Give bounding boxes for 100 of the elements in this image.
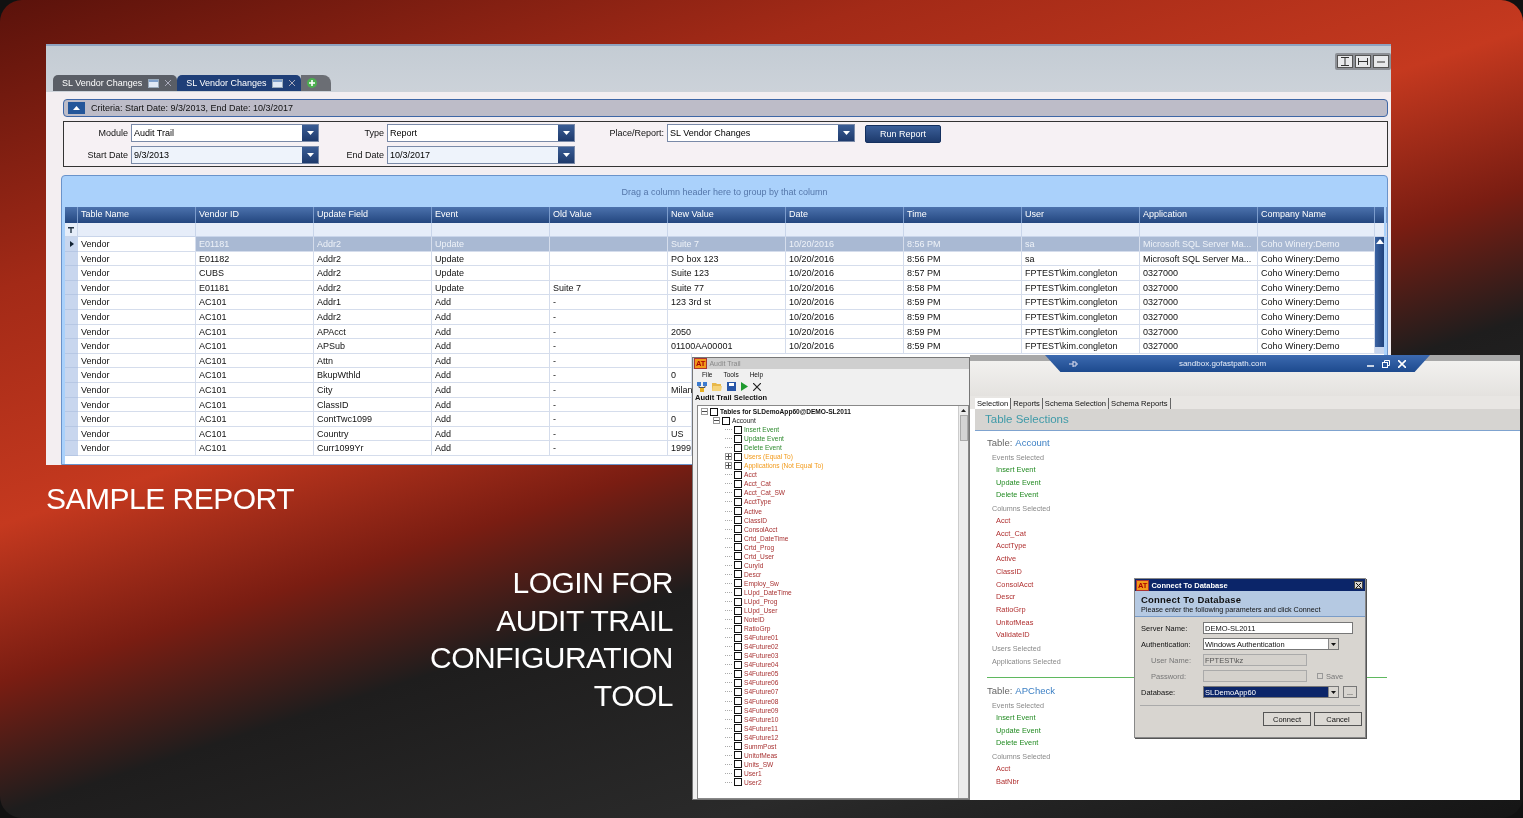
checkbox[interactable] [734,507,742,516]
report-tab[interactable]: SL Vendor Changes [53,75,178,91]
scrollbar[interactable] [1375,237,1384,354]
checkbox[interactable] [734,769,742,778]
checkbox[interactable] [734,715,742,724]
collapse-button[interactable] [68,102,85,114]
checkbox[interactable] [734,579,742,588]
expand-toggle[interactable] [725,453,732,461]
table-label: Table: [987,684,1013,698]
filter-dropdown[interactable]: Audit Trail [131,124,319,142]
pin-icon[interactable] [1069,359,1078,368]
filter-icon[interactable] [68,226,74,233]
play-icon[interactable] [741,382,748,391]
expand-toggle[interactable] [713,417,720,425]
checkbox[interactable] [734,552,742,561]
date-field[interactable]: 10/3/2017 [387,146,575,164]
checkbox[interactable] [734,434,742,443]
caret-icon [562,131,570,135]
checkbox[interactable] [734,697,742,705]
checkbox[interactable] [734,615,742,624]
checkbox[interactable] [734,479,742,488]
checkbox[interactable] [734,642,742,651]
minimize-button[interactable] [1373,55,1389,68]
table-row[interactable]: Vendor CUBS Addr2 Update Suite 123 10/20/2016 8:57 PM FPTEST\kim.congleton 0327000 Coho Winery:Demo [65,266,1375,281]
checkbox[interactable] [734,470,742,479]
table-cell: 8:59 PM [904,295,1022,310]
checkbox[interactable] [734,443,742,452]
checkbox[interactable] [734,660,742,669]
close-icon [1356,582,1361,588]
checkbox[interactable] [734,633,742,642]
checkbox[interactable] [734,516,742,525]
checkbox[interactable] [710,407,718,416]
table-cell: 10/20/2016 [786,295,904,310]
save-icon[interactable] [727,382,736,391]
checkbox[interactable] [734,597,742,606]
close-icon[interactable] [753,382,761,391]
table-row[interactable]: Vendor AC101 ContTwc1099 Add - 0 [65,412,692,427]
expand-toggle[interactable] [701,408,708,415]
checkbox[interactable] [734,778,742,787]
report-tab[interactable]: SL Vendor Changes [177,75,302,91]
caret-icon [1331,690,1336,694]
checkbox[interactable] [734,561,742,570]
caption: LOGIN FOR AUDIT TRAIL CONFIGURATION TOOL [430,565,673,714]
restore-icon[interactable] [1382,359,1390,368]
date-field[interactable]: 9/3/2013 [131,146,319,164]
table-row[interactable]: Vendor AC101 Curr1099Yr Add - 1999 [65,441,692,456]
table-row[interactable]: Vendor AC101 APSub Add - 01100AA00001 10/20/2016 8:59 PM FPTEST\kim.congleton 0327000 Coho Winery:Demo [65,339,1375,354]
table-cell: AC101 [196,295,314,310]
table-row[interactable]: Vendor AC101 Addr1 Add - 123 3rd st 10/20/2016 8:59 PM FPTEST\kim.congleton 0327000 Coho Winery:Demo [65,295,1375,310]
scroll-up-icon[interactable] [1375,239,1384,244]
checkbox[interactable] [734,651,742,660]
checkbox[interactable] [734,534,742,543]
table-cell: - [550,295,668,310]
table-cell: ContTwc1099 [314,412,432,427]
table-cell: Vendor [78,412,196,427]
table-cell: CUBS [196,266,314,281]
checkbox[interactable] [734,678,742,687]
checkbox[interactable] [734,669,742,678]
filter-dropdown[interactable]: Report [387,124,575,142]
checkbox[interactable] [734,425,742,434]
checkbox[interactable] [734,751,742,760]
close-button[interactable] [1354,581,1363,589]
scroll-up-icon[interactable] [961,409,966,412]
table-cell: Curr1099Yr [314,441,432,456]
checkbox[interactable] [734,543,742,552]
checkbox[interactable] [734,733,742,742]
checkbox[interactable] [734,488,742,497]
fit-width-button[interactable] [1355,55,1371,68]
checkbox[interactable] [734,498,742,506]
checkbox[interactable] [722,416,730,425]
run-report-button[interactable]: Run Report [865,125,941,143]
checkbox[interactable] [734,687,742,696]
table-cell: - [550,412,668,427]
table-label: Table: [987,437,1013,450]
checkbox[interactable] [734,606,742,615]
table-row[interactable]: Vendor AC101 BkupWthld Add - 0 [65,368,692,383]
add-tab-icon[interactable] [307,78,318,88]
table-cell: Add [432,309,550,325]
checkbox[interactable] [734,452,742,461]
table-row[interactable]: Vendor E01181 Addr2 Update Suite 7 10/20/2016 8:56 PM sa Microsoft SQL Server Ma... Coho Winery:Demo [65,237,1375,252]
expand-toggle[interactable] [725,462,732,470]
table-name: Account [1015,437,1050,450]
row-indicator[interactable] [65,237,78,252]
checkbox[interactable] [734,724,742,733]
checkbox[interactable] [734,570,742,579]
checkbox[interactable] [734,624,742,633]
scroll-thumb[interactable] [959,415,968,441]
filter-label: Type [363,128,385,138]
fit-height-button[interactable] [1337,55,1353,68]
tree-config-icon[interactable] [697,381,707,392]
checkbox[interactable] [734,588,742,597]
scrollbar[interactable] [958,406,968,798]
caret-icon [842,131,850,135]
checkbox[interactable] [734,742,742,751]
checkbox[interactable] [734,706,742,715]
checkbox[interactable] [734,760,742,769]
minus-icon [714,418,719,424]
checkbox[interactable] [734,461,742,470]
filter-dropdown[interactable]: SL Vendor Changes [667,124,855,142]
checkbox[interactable] [734,525,742,534]
